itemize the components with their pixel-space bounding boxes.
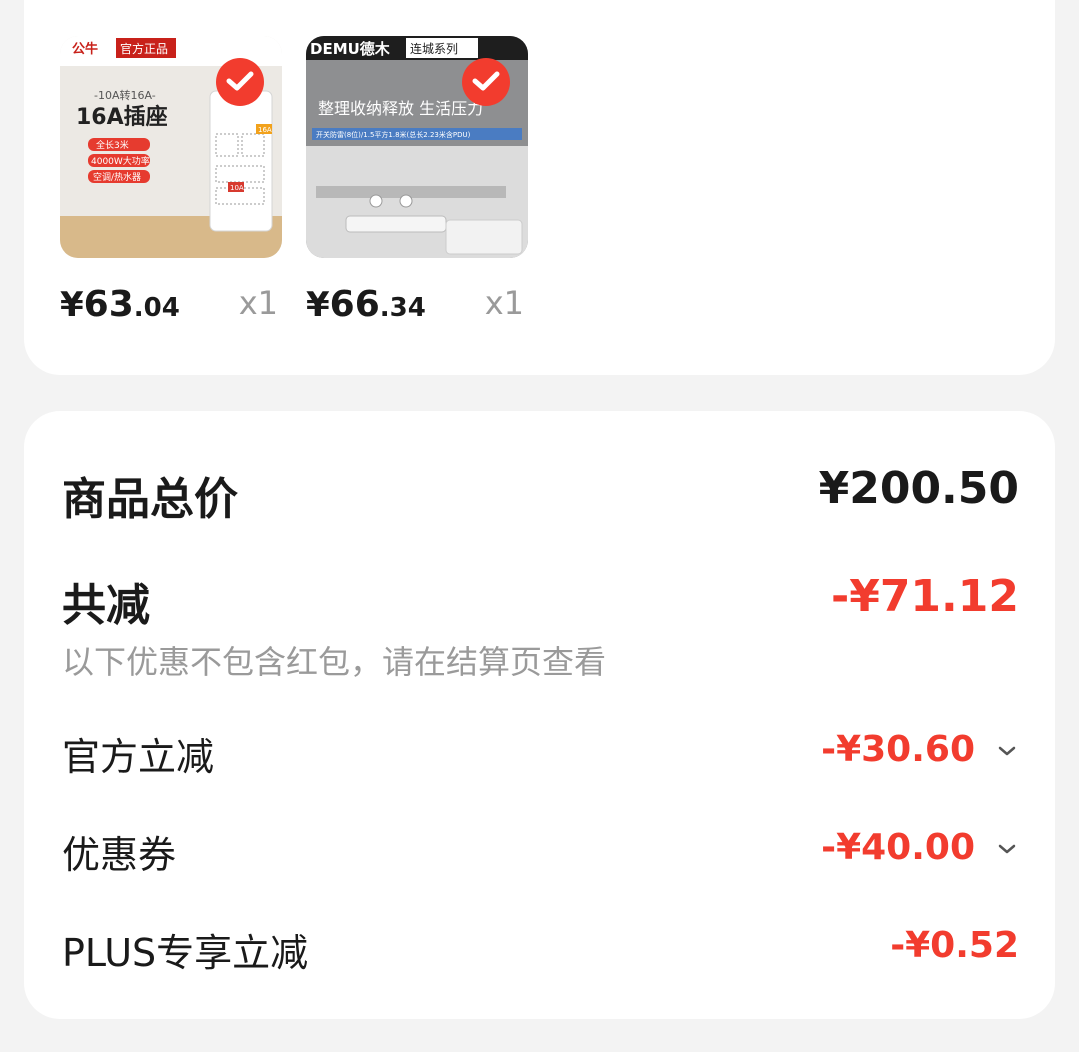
price-integer: 63: [83, 284, 134, 325]
discount-label: 优惠券: [62, 833, 177, 877]
discount-label: 官方立减: [62, 735, 215, 779]
spec-text: 开关防雷(8位)/1.5平方1.8米(总长2.23米含PDU): [316, 130, 471, 139]
badge-16a: 16A: [258, 126, 272, 134]
price-decimal: .34: [379, 293, 426, 323]
discount-note: 以下优惠不包含红包，请在结算页查看: [62, 643, 607, 681]
feature-3: 空调/热水器: [93, 171, 141, 183]
product-item[interactable]: DEMU德木 连城系列 整理收纳释放 生活压力 开关防雷(8位)/1.5平方1.…: [306, 36, 528, 336]
total-label: 商品总价: [62, 474, 238, 525]
product-quantity: x1: [238, 284, 278, 322]
check-icon[interactable]: [462, 58, 510, 106]
chevron-down-icon[interactable]: [995, 837, 1019, 861]
feature-1: 全长3米: [96, 139, 129, 151]
chevron-down-icon[interactable]: [995, 739, 1019, 763]
product-price: ¥66.34: [306, 284, 426, 325]
discount-value: -¥30.60: [821, 729, 975, 770]
brand-text: 公牛: [72, 41, 98, 57]
discount-value: -¥40.00: [821, 827, 975, 868]
price-decimal: .04: [133, 293, 180, 323]
currency-symbol: ¥: [306, 285, 330, 325]
reduction-label: 共减: [62, 580, 150, 631]
discount-label: PLUS专享立减: [62, 931, 309, 975]
total-value: ¥200.50: [818, 463, 1019, 514]
discount-value: -¥0.52: [890, 925, 1019, 966]
headline-text: 整理收纳释放 生活压力: [318, 99, 483, 118]
product-thumbnail[interactable]: 公牛 官方正品 16A 10A -10A转16A- 16A插座 全长3米 400…: [60, 36, 282, 258]
product-quantity: x1: [484, 284, 524, 322]
reduction-value: -¥71.12: [830, 571, 1019, 622]
check-icon[interactable]: [216, 58, 264, 106]
sub-text: -10A转16A-: [94, 88, 156, 102]
product-thumbnail[interactable]: DEMU德木 连城系列 整理收纳释放 生活压力 开关防雷(8位)/1.5平方1.…: [306, 36, 528, 258]
price-integer: 66: [329, 284, 380, 325]
headline-text: 16A插座: [76, 104, 168, 130]
tag-text: 官方正品: [120, 41, 168, 56]
currency-symbol: ¥: [60, 285, 84, 325]
product-item[interactable]: 公牛 官方正品 16A 10A -10A转16A- 16A插座 全长3米 400…: [60, 36, 282, 336]
product-price: ¥63.04: [60, 284, 180, 325]
price-row: ¥66.34 x1: [306, 276, 528, 336]
price-summary-card: 商品总价 ¥200.50 共减 -¥71.12 以下优惠不包含红包，请在结算页查…: [24, 411, 1055, 1019]
tag-text: 连城系列: [410, 41, 458, 56]
feature-2: 4000W大功率: [91, 155, 150, 167]
badge-10a: 10A: [230, 184, 244, 192]
price-row: ¥63.04 x1: [60, 276, 282, 336]
brand-text: DEMU德木: [310, 40, 391, 58]
products-card: 公牛 官方正品 16A 10A -10A转16A- 16A插座 全长3米 400…: [24, 0, 1055, 375]
